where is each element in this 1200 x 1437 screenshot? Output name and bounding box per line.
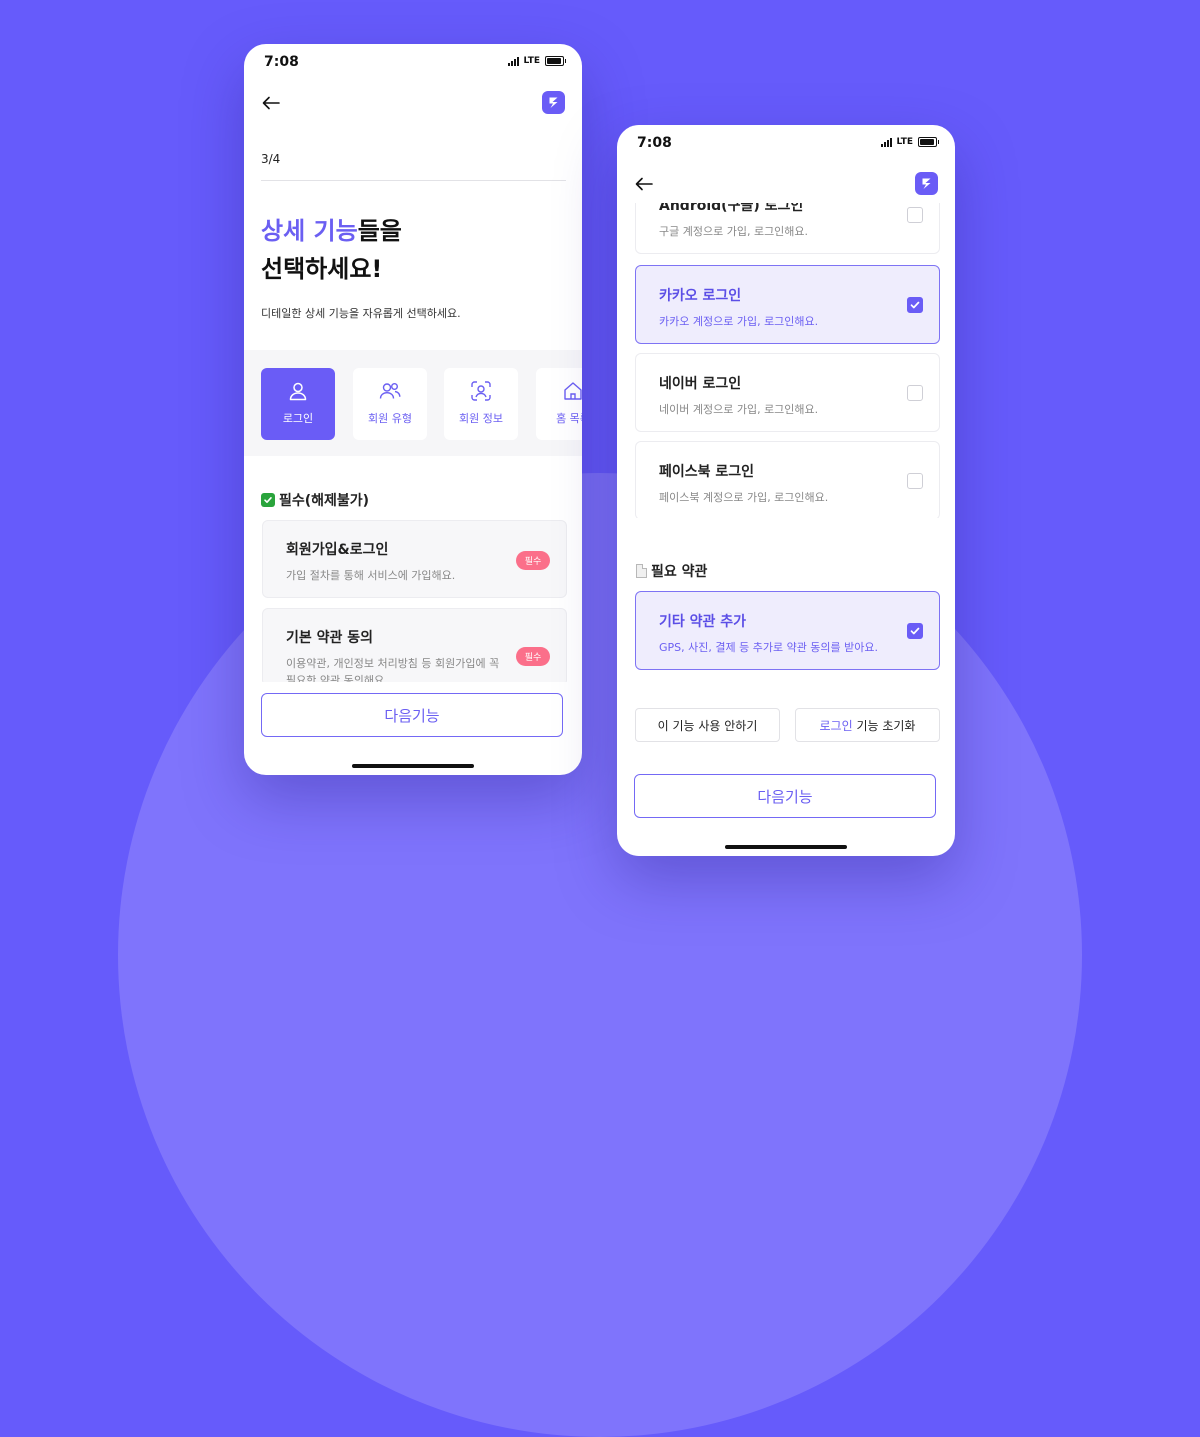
checkbox[interactable]	[907, 207, 923, 223]
tab-home-list[interactable]: 홈 목록	[536, 368, 582, 440]
signal-icon	[508, 56, 520, 66]
checkbox-checked[interactable]	[907, 623, 923, 639]
face-scan-icon	[471, 381, 491, 401]
tab-label: 회원 정보	[459, 412, 503, 425]
tab-label: 회원 유형	[368, 412, 412, 425]
terms-section-title: 필요 약관	[636, 561, 707, 581]
checkmark-icon	[910, 627, 920, 635]
users-icon	[379, 383, 401, 399]
home-indicator	[352, 764, 474, 768]
option-desc: 카카오 계정으로 가입, 로그인해요.	[659, 315, 819, 328]
app-logo-icon	[542, 91, 565, 114]
option-title: Android(구글) 로그인	[659, 203, 804, 214]
tab-member-type[interactable]: 회원 유형	[353, 368, 427, 440]
required-badge: 필수	[516, 551, 550, 570]
list-item: 회원가입&로그인 가입 절차를 통해 서비스에 가입해요. 필수	[262, 520, 567, 598]
option-title: 네이버 로그인	[659, 376, 742, 392]
option-facebook-login[interactable]: 페이스북 로그인 페이스북 계정으로 가입, 로그인해요.	[635, 441, 940, 518]
title-highlight: 상세 기능	[261, 217, 358, 245]
tab-member-info[interactable]: 회원 정보	[444, 368, 518, 440]
item-desc: 가입 절차를 통해 서비스에 가입해요.	[286, 569, 456, 582]
status-bar: 7:08 LTE	[244, 44, 582, 80]
battery-icon	[918, 137, 939, 147]
phone-screen-login-options: 7:08 LTE Android(구글) 로그인 구글 계정으로 가입, 로그인…	[617, 125, 955, 856]
status-time: 7:08	[637, 135, 672, 151]
back-arrow-icon[interactable]	[634, 175, 654, 193]
option-title: 카카오 로그인	[659, 288, 742, 304]
checkbox-checked[interactable]	[907, 297, 923, 313]
battery-icon	[545, 56, 566, 66]
required-feature-list: 회원가입&로그인 가입 절차를 통해 서비스에 가입해요. 필수 기본 약관 동…	[261, 520, 567, 682]
option-desc: GPS, 사진, 결제 등 추가로 약관 동의를 받아요.	[659, 641, 879, 654]
option-kakao-login[interactable]: 카카오 로그인 카카오 계정으로 가입, 로그인해요.	[635, 265, 940, 344]
tab-login[interactable]: 로그인	[261, 368, 335, 440]
app-logo-icon	[915, 172, 938, 195]
check-mark-icon	[261, 493, 275, 507]
next-feature-button[interactable]: 다음기능	[261, 693, 563, 737]
home-indicator	[725, 845, 847, 849]
option-desc: 구글 계정으로 가입, 로그인해요.	[659, 225, 809, 238]
item-desc: 이용약관, 개인정보 처리방침 등 회원가입에 꼭 필요한 약관 동의해요	[286, 657, 500, 682]
option-naver-login[interactable]: 네이버 로그인 네이버 계정으로 가입, 로그인해요.	[635, 353, 940, 432]
title-line2: 선택하세요!	[261, 255, 383, 283]
checkbox[interactable]	[907, 385, 923, 401]
status-time: 7:08	[264, 54, 299, 70]
option-google-login[interactable]: Android(구글) 로그인 구글 계정으로 가입, 로그인해요.	[635, 203, 940, 254]
reset-feature-button[interactable]: 로그인 기능 초기화	[795, 708, 940, 742]
item-title: 회원가입&로그인	[286, 542, 389, 558]
option-title: 페이스북 로그인	[659, 464, 755, 480]
signal-icon	[881, 137, 893, 147]
page-title: 상세 기능들을 선택하세요!	[261, 212, 402, 288]
disable-feature-button[interactable]: 이 기능 사용 안하기	[635, 708, 780, 742]
option-desc: 네이버 계정으로 가입, 로그인해요.	[659, 403, 819, 416]
login-option-list: Android(구글) 로그인 구글 계정으로 가입, 로그인해요. 카카오 로…	[635, 203, 940, 518]
category-tabs: 로그인 회원 유형 회원 정보 홈 목록	[244, 350, 582, 456]
step-indicator: 3/4	[261, 152, 281, 166]
divider	[261, 180, 566, 181]
reset-highlight: 로그인	[819, 718, 853, 733]
network-label: LTE	[896, 137, 913, 147]
phone-screen-feature-select: 7:08 LTE 3/4 상세 기능들을 선택하세요! 디테일한 상세 기능을 …	[244, 44, 582, 775]
page-subtitle: 디테일한 상세 기능을 자유롭게 선택하세요.	[261, 307, 461, 320]
home-icon	[564, 382, 582, 400]
checkmark-icon	[910, 301, 920, 309]
option-extra-terms[interactable]: 기타 약관 추가 GPS, 사진, 결제 등 추가로 약관 동의를 받아요.	[635, 591, 940, 670]
item-title: 기본 약관 동의	[286, 630, 374, 646]
back-arrow-icon[interactable]	[261, 94, 281, 112]
reset-label: 기능 초기화	[852, 718, 916, 733]
network-label: LTE	[523, 56, 540, 66]
list-item: 기본 약관 동의 이용약관, 개인정보 처리방침 등 회원가입에 꼭 필요한 약…	[262, 608, 567, 682]
option-desc: 페이스북 계정으로 가입, 로그인해요.	[659, 491, 829, 504]
tab-label: 홈 목록	[556, 412, 582, 425]
tab-label: 로그인	[282, 412, 314, 425]
required-section-title: 필수(해제불가)	[261, 490, 369, 510]
title-rest: 들을	[357, 217, 402, 245]
person-icon	[289, 382, 307, 401]
next-feature-button[interactable]: 다음기능	[634, 774, 936, 818]
document-icon	[636, 564, 647, 578]
status-bar: 7:08 LTE	[617, 125, 955, 161]
option-title: 기타 약관 추가	[659, 614, 747, 630]
checkbox[interactable]	[907, 473, 923, 489]
required-badge: 필수	[516, 647, 550, 666]
